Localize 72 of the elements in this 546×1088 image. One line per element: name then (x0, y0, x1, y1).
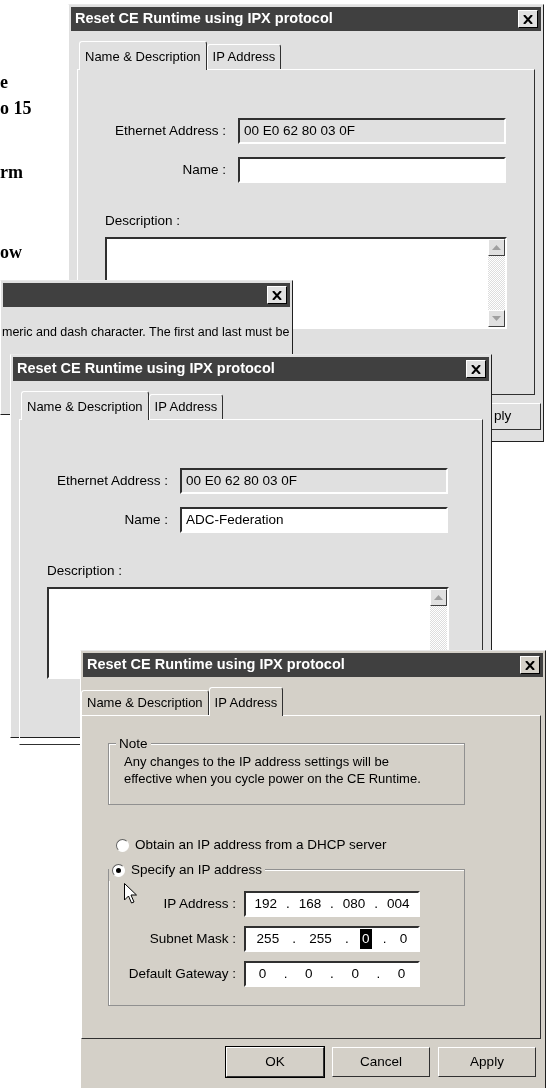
field-label: Description : (105, 212, 182, 230)
field-label: Name : (181, 160, 226, 179)
ip-octet: 0 (398, 930, 409, 949)
ip-address-field[interactable]: 192 . 168 . 080 . 004 (244, 891, 420, 918)
octet-separator: . (284, 895, 291, 914)
octet-separator: . (375, 965, 382, 984)
window-title: Reset CE Runtime using IPX protocol (87, 655, 345, 675)
body-text: ow (0, 242, 22, 262)
field-label: Default Gateway : (127, 965, 236, 984)
tab[interactable]: Name & Description (81, 690, 209, 715)
close-button[interactable] (466, 360, 486, 378)
note-text: Any changes to the IP address settings will be effective when you cycle power on the CE Runtime. (124, 753, 422, 787)
tab[interactable]: IP Address (208, 687, 284, 716)
message-text: meric and dash character. The first and last must be (1, 324, 291, 341)
window-title: Reset CE Runtime using IPX protocol (75, 9, 333, 29)
ip-octet: 0 (257, 965, 268, 984)
close-icon (525, 660, 535, 670)
octet-separator: . (291, 930, 298, 949)
ip-octet: 192 (253, 895, 278, 914)
ip-octet: 0 (304, 965, 314, 984)
octet-separator: . (329, 895, 335, 914)
window-title: Reset CE Runtime using IPX protocol (17, 359, 275, 379)
ip-octet: 0 (396, 965, 407, 984)
close-icon (272, 290, 282, 300)
scroll-up-button[interactable] (488, 239, 505, 257)
octet-separator: . (329, 965, 335, 984)
octet-separator: . (381, 930, 388, 949)
down-triangle-icon (492, 316, 501, 322)
body-text: o 15 (0, 98, 32, 118)
ok-button[interactable]: OK (226, 1047, 324, 1077)
octet-separator: . (344, 930, 350, 949)
octet-separator: . (282, 965, 289, 984)
option-label[interactable]: Obtain an IP address from a DHCP server (135, 835, 387, 856)
up-triangle-icon (434, 595, 443, 601)
close-icon (523, 14, 533, 24)
close-button[interactable] (518, 10, 538, 28)
octet-separator: . (373, 895, 380, 914)
ip-octet: 255 (308, 930, 333, 949)
ip-octet: 168 (297, 895, 323, 914)
tab[interactable]: Name & Description (21, 391, 149, 420)
cancel-button[interactable]: Cancel (332, 1047, 430, 1077)
ip-octet: 255 (255, 930, 281, 949)
ip-octet: 0 (360, 929, 372, 950)
ip-address-field[interactable]: 0 . 0 . 0 . 0 (244, 961, 420, 988)
field-label: IP Address : (162, 895, 236, 914)
close-icon (471, 364, 481, 374)
text-field[interactable]: ADC-Federation (180, 507, 448, 533)
option-label[interactable]: Specify an IP address (131, 860, 263, 881)
ip-address-field[interactable]: 255 . 255 . 0 . 0 (244, 926, 420, 953)
scroll-up-button[interactable] (430, 589, 447, 607)
field-label: Ethernet Address : (113, 121, 226, 140)
field-label: Subnet Mask : (148, 930, 236, 949)
ip-octet: 080 (341, 895, 367, 914)
tab[interactable]: Name & Description (79, 41, 207, 70)
up-triangle-icon (492, 245, 501, 251)
scroll-down-button[interactable] (488, 310, 505, 328)
apply-button[interactable]: Apply (438, 1047, 536, 1077)
radio-button[interactable] (112, 863, 125, 877)
body-text: rm (0, 162, 23, 182)
body-text: e (0, 72, 8, 92)
tab[interactable]: IP Address (206, 44, 282, 69)
field-label: Name : (123, 510, 168, 529)
text-field[interactable] (238, 157, 506, 183)
field-label: Ethernet Address : (55, 471, 168, 490)
close-button[interactable] (267, 286, 287, 304)
close-button[interactable] (520, 656, 540, 674)
mouse-pointer-icon (124, 883, 137, 904)
tab[interactable]: IP Address (148, 394, 224, 419)
field-label: Description : (47, 562, 124, 580)
radio-button[interactable] (116, 838, 129, 852)
ip-octet: 004 (386, 895, 411, 914)
ip-octet: 0 (350, 965, 360, 984)
